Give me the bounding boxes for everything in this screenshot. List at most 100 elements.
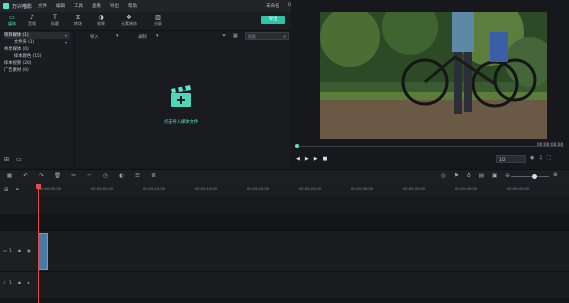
import-media-hint[interactable]: 点击导入媒体文件 — [150, 119, 212, 125]
ruler-tick: 00:00:10:00 — [143, 187, 165, 191]
split-screen-icon: ▥ — [155, 14, 161, 21]
playback-controls: ◀ ▶ ▶ ■ — [296, 156, 327, 162]
elements-icon: ❖ — [126, 14, 132, 21]
zoom-slider-track[interactable] — [511, 176, 549, 177]
video-track-icon: ▭ — [3, 249, 8, 254]
undo-icon[interactable]: ↶ — [22, 173, 29, 179]
audio-track-header: ♪ 1 ▪ ◂ — [0, 272, 37, 298]
link-icon[interactable]: ⚭ — [15, 187, 19, 193]
menu-help[interactable]: 帮助 — [128, 3, 137, 9]
grid-view-icon[interactable]: ▦ — [233, 33, 238, 39]
sidebar-item-ad-assets[interactable]: 广告素材 (0) — [4, 67, 70, 74]
previous-frame-icon[interactable]: ◀ — [296, 156, 300, 162]
voiceover-icon[interactable]: ▤ — [479, 173, 484, 179]
audio-mixer-icon[interactable]: ≣ — [150, 173, 157, 179]
sidebar-item-label: 样本颜色 (15) — [14, 54, 42, 59]
zoom-out-icon[interactable]: ⊖ — [505, 173, 510, 179]
preview-scrubber[interactable] — [295, 144, 564, 148]
delete-icon[interactable]: 🗑 — [54, 173, 61, 179]
sidebar-item-label: 文件夹 (1) — [14, 40, 35, 45]
sidebar-item-sample-colors[interactable]: 样本颜色 (15) — [14, 53, 70, 60]
tab-titles-label: 标题 — [51, 21, 59, 26]
fullscreen-icon[interactable]: ⛶ — [547, 155, 551, 161]
cut-icon[interactable]: ✂ — [70, 173, 77, 179]
search-input[interactable]: 搜索 ⌕ — [245, 32, 289, 40]
grid-icon[interactable]: ▦ — [6, 173, 13, 179]
chevron-down-icon[interactable]: ▾ — [116, 33, 119, 39]
menu-view[interactable]: 查看 — [92, 3, 101, 9]
tab-effects[interactable]: ◑ 效果 — [89, 14, 113, 28]
menu-export[interactable]: 导出 — [110, 3, 119, 9]
lock-icon[interactable]: ▪ — [18, 281, 21, 286]
playhead-line[interactable] — [38, 184, 39, 303]
render-icon[interactable]: ◎ — [441, 173, 446, 179]
tab-transitions[interactable]: ⧖ 转场 — [66, 14, 90, 28]
tab-transitions-label: 转场 — [74, 21, 82, 26]
search-icon: ⌕ — [283, 34, 286, 40]
next-frame-icon[interactable]: ▶ — [314, 156, 318, 162]
marker-icon[interactable]: ⚑ — [454, 173, 459, 179]
video-track[interactable]: ▭ 1 ▪ ◉ — [0, 230, 569, 271]
snapshot-icon[interactable]: ▣ — [492, 173, 497, 179]
tab-split-screen-label: 分屏 — [154, 21, 162, 26]
preview-quality-select[interactable]: 1/2 — [496, 155, 526, 163]
app-name: 万兴喵影 — [12, 4, 33, 10]
timeline-ruler[interactable]: 00:00:00:00 00:00:05:00 00:00:10:00 00:0… — [37, 184, 569, 196]
audio-track-icon: ♪ — [3, 281, 6, 286]
tab-elements[interactable]: ❖ 元素装饰 — [117, 14, 141, 28]
ruler-tick: 00:00:05:00 — [91, 187, 113, 191]
tab-audio[interactable]: ♪ 音频 — [20, 14, 44, 28]
folder-icon[interactable]: ▭ — [16, 156, 22, 163]
adjust-icon[interactable]: ☰ — [134, 173, 141, 179]
playhead-handle[interactable] — [36, 184, 41, 189]
export-button[interactable]: 导出 — [261, 16, 285, 24]
lock-icon[interactable]: ▪ — [18, 249, 21, 254]
add-track-icon[interactable]: ⊞ — [4, 187, 8, 193]
menu-edit[interactable]: 编辑 — [56, 3, 65, 9]
text-icon: T — [53, 14, 57, 21]
stop-icon[interactable]: ■ — [323, 156, 328, 162]
tab-split-screen[interactable]: ▥ 分屏 — [146, 14, 170, 28]
preview-tools: ◉ ♫ ⛶ — [530, 155, 550, 161]
menu-tools[interactable]: 工具 — [74, 3, 83, 9]
tab-titles[interactable]: T 标题 — [43, 14, 67, 28]
speed-icon[interactable]: ◷ — [102, 173, 109, 179]
scrubber-handle[interactable] — [295, 144, 299, 148]
ruler-tick: 00:00:30:00 — [351, 187, 373, 191]
tab-effects-label: 效果 — [97, 21, 105, 26]
new-folder-icon[interactable]: ⊞ — [4, 156, 9, 163]
sidebar-item-project-media[interactable]: 项目媒体 (1) ▾ — [4, 32, 70, 39]
sidebar-item-label: 广告素材 (0) — [4, 68, 29, 73]
ruler-tick: 00:00:00:00 — [39, 187, 61, 191]
chevron-down-icon: ▾ — [64, 40, 67, 45]
mute-icon[interactable]: ◂ — [27, 281, 29, 286]
volume-icon[interactable]: ♫ — [538, 155, 542, 161]
snapshot-icon[interactable]: ◉ — [530, 155, 534, 161]
video-clip[interactable] — [38, 233, 48, 270]
ruler-tick: 00:00:20:00 — [247, 187, 269, 191]
audio-track-number: 1 — [9, 281, 12, 286]
menu-file[interactable]: 文件 — [38, 3, 47, 9]
sidebar-item-folder[interactable]: 文件夹 (1) ▾ — [14, 39, 70, 46]
zoom-slider-handle[interactable] — [532, 174, 537, 179]
sidebar-item-shared-media[interactable]: 共享媒体 (0) — [4, 46, 70, 53]
edit-tools: ▦ ↶ ↷ 🗑 ✂ ⌐ ◷ ◐ ☰ ≣ — [6, 173, 157, 179]
audio-track[interactable]: ♪ 1 ▪ ◂ — [0, 271, 569, 298]
filter-icon[interactable]: ⏷ — [222, 33, 226, 39]
chevron-down-icon[interactable]: ▾ — [156, 33, 159, 39]
eye-icon[interactable]: ◉ — [27, 249, 31, 254]
zoom-in-icon[interactable]: ⊕ — [553, 172, 558, 178]
play-icon[interactable]: ▶ — [305, 156, 309, 162]
sidebar-item-sample-videos[interactable]: 样本视频 (20) — [4, 60, 70, 67]
mic-icon[interactable]: ♁ — [467, 173, 471, 179]
color-icon[interactable]: ◐ — [118, 173, 125, 179]
import-button[interactable]: 导入 — [90, 34, 99, 40]
sidebar-footer: ⊞ ▭ — [4, 156, 22, 163]
redo-icon[interactable]: ↷ — [38, 173, 45, 179]
crop-icon[interactable]: ⌐ — [86, 173, 93, 179]
import-media-icon[interactable] — [169, 84, 193, 108]
app-logo-icon — [3, 3, 9, 9]
music-icon: ♪ — [30, 14, 34, 21]
record-button[interactable]: 录制 — [138, 34, 147, 40]
track-header-top: ⊞ ⚭ — [0, 184, 37, 214]
